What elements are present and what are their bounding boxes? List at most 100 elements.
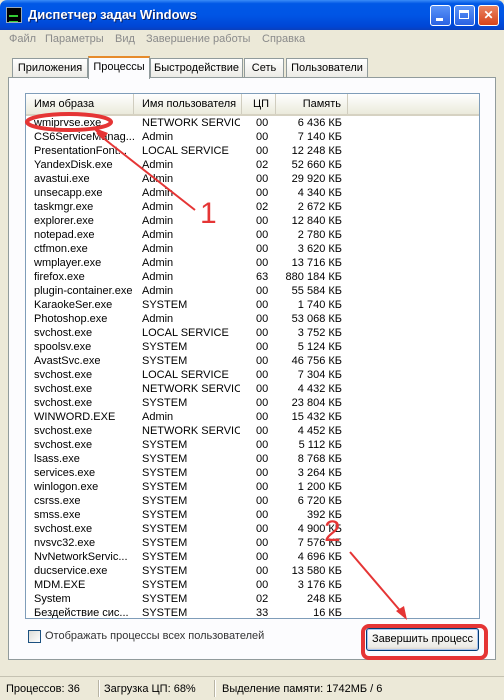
header-memory[interactable]: Память xyxy=(276,94,348,114)
process-name: svchost.exe xyxy=(34,397,93,409)
process-user: SYSTEM xyxy=(142,523,188,535)
status-divider xyxy=(98,680,100,697)
process-user: SYSTEM xyxy=(142,495,188,507)
process-name: AvastSvc.exe xyxy=(34,355,101,367)
menu-file[interactable]: Файл xyxy=(9,33,36,45)
process-user: Admin xyxy=(142,187,174,199)
table-row[interactable]: NvNetworkServic... SYSTEM 00 4 696 КБ xyxy=(26,550,479,564)
table-row[interactable]: plugin-container.exe Admin 00 55 584 КБ xyxy=(26,284,479,298)
table-row[interactable]: winlogon.exe SYSTEM 00 1 200 КБ xyxy=(26,480,479,494)
menu-options[interactable]: Параметры xyxy=(45,33,104,45)
process-name: svchost.exe xyxy=(34,327,93,339)
header-cpu[interactable]: ЦП xyxy=(242,94,276,114)
process-user: Admin xyxy=(142,411,174,423)
show-all-processes-label: Отображать процессы всех пользователей xyxy=(45,630,265,642)
process-user: SYSTEM xyxy=(142,453,188,465)
process-name: services.exe xyxy=(34,467,96,479)
process-name: firefox.exe xyxy=(34,271,85,283)
end-process-button[interactable]: Завершить процесс xyxy=(366,628,479,651)
tab-applications[interactable]: Приложения xyxy=(12,58,88,77)
table-row[interactable]: svchost.exe SYSTEM 00 23 804 КБ xyxy=(26,396,479,410)
process-memory: 880 184 КБ xyxy=(285,271,342,283)
process-cpu: 00 xyxy=(256,327,268,339)
process-cpu: 02 xyxy=(256,593,268,605)
process-user: SYSTEM xyxy=(142,607,188,619)
show-all-processes-checkbox[interactable] xyxy=(28,630,41,643)
table-row[interactable]: svchost.exe NETWORK SERVICE 00 4 432 КБ xyxy=(26,382,479,396)
table-row[interactable]: smss.exe SYSTEM 00 392 КБ xyxy=(26,508,479,522)
table-row[interactable]: KaraokeSer.exe SYSTEM 00 1 740 КБ xyxy=(26,298,479,312)
table-row[interactable]: YandexDisk.exe Admin 02 52 660 КБ xyxy=(26,158,479,172)
table-row[interactable]: MDM.EXE SYSTEM 00 3 176 КБ xyxy=(26,578,479,592)
table-row[interactable]: csrss.exe SYSTEM 00 6 720 КБ xyxy=(26,494,479,508)
table-row[interactable]: wmiprvse.exe NETWORK SERVICE 00 6 436 КБ xyxy=(26,116,479,130)
process-cpu: 00 xyxy=(256,439,268,451)
process-name: winlogon.exe xyxy=(34,481,99,493)
process-cpu: 00 xyxy=(256,257,268,269)
table-row[interactable]: svchost.exe NETWORK SERVICE 00 4 452 КБ xyxy=(26,424,479,438)
process-cpu: 00 xyxy=(256,369,268,381)
process-memory: 4 340 КБ xyxy=(297,187,342,199)
process-memory: 4 432 КБ xyxy=(297,383,342,395)
process-cpu: 00 xyxy=(256,341,268,353)
table-row[interactable]: WINWORD.EXE Admin 00 15 432 КБ xyxy=(26,410,479,424)
process-cpu: 02 xyxy=(256,159,268,171)
table-row[interactable]: services.exe SYSTEM 00 3 264 КБ xyxy=(26,466,479,480)
table-row[interactable]: avastui.exe Admin 00 29 920 КБ xyxy=(26,172,479,186)
table-row[interactable]: Бездействие сис... SYSTEM 33 16 КБ xyxy=(26,606,479,619)
table-row[interactable]: ducservice.exe SYSTEM 00 13 580 КБ xyxy=(26,564,479,578)
table-row[interactable]: svchost.exe LOCAL SERVICE 00 3 752 КБ xyxy=(26,326,479,340)
process-user: Admin xyxy=(142,159,174,171)
table-row[interactable]: CS6ServiceManag... Admin 00 7 140 КБ xyxy=(26,130,479,144)
table-row[interactable]: Photoshop.exe Admin 00 53 068 КБ xyxy=(26,312,479,326)
table-row[interactable]: svchost.exe SYSTEM 00 5 112 КБ xyxy=(26,438,479,452)
table-row[interactable]: firefox.exe Admin 63 880 184 КБ xyxy=(26,270,479,284)
tab-performance[interactable]: Быстродействие xyxy=(150,58,243,77)
process-name: YandexDisk.exe xyxy=(34,159,113,171)
process-memory: 8 768 КБ xyxy=(297,453,342,465)
process-cpu: 00 xyxy=(256,243,268,255)
table-row[interactable]: svchost.exe LOCAL SERVICE 00 7 304 КБ xyxy=(26,368,479,382)
table-row[interactable]: taskmgr.exe Admin 02 2 672 КБ xyxy=(26,200,479,214)
table-row[interactable]: lsass.exe SYSTEM 00 8 768 КБ xyxy=(26,452,479,466)
menu-view[interactable]: Вид xyxy=(115,33,135,45)
table-row[interactable]: AvastSvc.exe SYSTEM 00 46 756 КБ xyxy=(26,354,479,368)
header-image-name[interactable]: Имя образа xyxy=(26,94,134,114)
table-row[interactable]: unsecapp.exe Admin 00 4 340 КБ xyxy=(26,186,479,200)
header-user-name[interactable]: Имя пользователя xyxy=(134,94,242,114)
process-memory: 3 620 КБ xyxy=(297,243,342,255)
process-cpu: 00 xyxy=(256,481,268,493)
maximize-button[interactable] xyxy=(454,5,475,26)
process-user: NETWORK SERVICE xyxy=(142,425,240,437)
process-memory: 7 140 КБ xyxy=(297,131,342,143)
table-row[interactable]: notepad.exe Admin 00 2 780 КБ xyxy=(26,228,479,242)
annotation-label-1: 1 xyxy=(200,197,217,230)
menu-help[interactable]: Справка xyxy=(262,33,305,45)
table-row[interactable]: spoolsv.exe SYSTEM 00 5 124 КБ xyxy=(26,340,479,354)
table-row[interactable]: PresentationFont... LOCAL SERVICE 00 12 248… xyxy=(26,144,479,158)
table-row[interactable]: wmplayer.exe Admin 00 13 716 КБ xyxy=(26,256,479,270)
table-row[interactable]: svchost.exe SYSTEM 00 4 900 КБ xyxy=(26,522,479,536)
table-row[interactable]: System SYSTEM 02 248 КБ xyxy=(26,592,479,606)
process-memory: 52 660 КБ xyxy=(291,159,342,171)
table-row[interactable]: nvsvc32.exe SYSTEM 00 7 576 КБ xyxy=(26,536,479,550)
minimize-button[interactable] xyxy=(430,5,451,26)
process-user: SYSTEM xyxy=(142,551,188,563)
tab-users[interactable]: Пользователи xyxy=(286,58,368,77)
process-name: Photoshop.exe xyxy=(34,313,108,325)
table-row[interactable]: explorer.exe Admin 00 12 840 КБ xyxy=(26,214,479,228)
process-list[interactable]: Имя образа Имя пользователя ЦП Память wm… xyxy=(25,93,480,619)
process-memory: 7 304 КБ xyxy=(297,369,342,381)
menu-shutdown[interactable]: Завершение работы xyxy=(146,33,250,45)
process-memory: 13 580 КБ xyxy=(291,565,342,577)
process-user: SYSTEM xyxy=(142,341,188,353)
process-name: Бездействие сис... xyxy=(34,607,129,619)
title-bar[interactable]: Диспетчер задач Windows ✕ xyxy=(0,0,504,30)
table-row[interactable]: ctfmon.exe Admin 00 3 620 КБ xyxy=(26,242,479,256)
tab-network[interactable]: Сеть xyxy=(244,58,284,77)
tab-processes[interactable]: Процессы xyxy=(88,56,150,79)
process-name: MDM.EXE xyxy=(34,579,86,591)
process-user: SYSTEM xyxy=(142,299,188,311)
close-button[interactable]: ✕ xyxy=(478,5,499,26)
process-name: KaraokeSer.exe xyxy=(34,299,113,311)
